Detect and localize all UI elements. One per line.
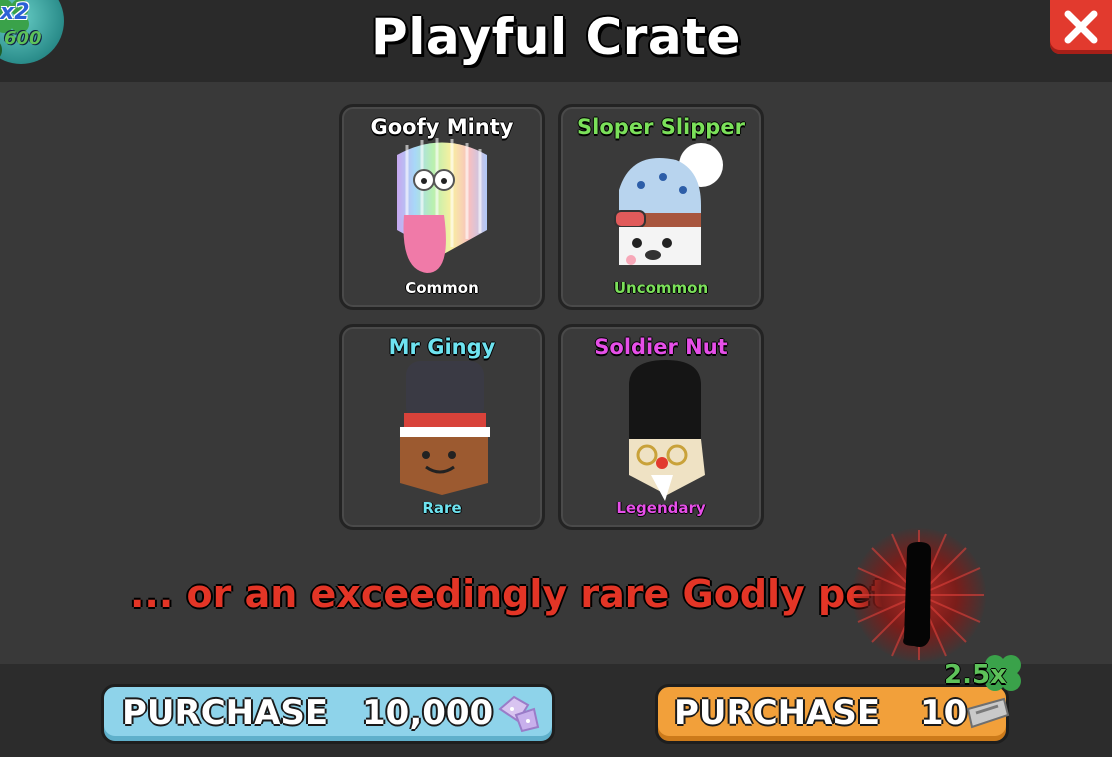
crate-window: x2 600 Playful Crate Goofy Minty Common … (0, 0, 1112, 757)
pet-card-soldier-nut[interactable]: Soldier Nut Legendary (558, 324, 764, 530)
purchase-label: PURCHASE (122, 693, 329, 733)
purchase-with-tickets-button[interactable]: PURCHASE 10 (655, 684, 1010, 744)
pet-rarity: Legendary (616, 499, 706, 517)
pet-card-goofy-minty[interactable]: Goofy Minty Common (339, 104, 545, 310)
pet-name: Soldier Nut (594, 335, 728, 359)
close-button[interactable] (1050, 0, 1112, 54)
godly-pet-silhouette (852, 528, 986, 662)
mr-gingy-pet-icon (400, 361, 490, 495)
pet-card-sloper-slipper[interactable]: Sloper Slipper Uncommon (558, 104, 764, 310)
pet-name: Mr Gingy (388, 335, 496, 359)
ticket-icon (966, 697, 1010, 729)
pet-name: Goofy Minty (370, 115, 514, 139)
purchase-label: PURCHASE (674, 693, 881, 733)
ticket-boost-multiplier: 2.5x (944, 660, 1007, 690)
gingerbread-gem-icon (498, 695, 540, 733)
pet-name: Sloper Slipper (577, 115, 745, 139)
goofy-minty-pet-icon (397, 138, 487, 273)
purchase-price: 10 (920, 693, 968, 733)
mystery-pet-icon (854, 530, 984, 660)
pet-card-mr-gingy[interactable]: Mr Gingy Rare (339, 324, 545, 530)
page-title: Playful Crate (371, 8, 741, 66)
purchase-with-gems-button[interactable]: PURCHASE 10,000 (101, 684, 555, 744)
pet-rarity: Common (405, 279, 479, 297)
pet-rarity: Uncommon (613, 279, 709, 297)
soldier-nut-pet-icon (629, 360, 705, 501)
close-icon (1064, 10, 1098, 44)
sloper-slipper-pet-icon (614, 143, 723, 265)
purchase-price: 10,000 (362, 693, 494, 733)
godly-pet-hint: ... or an exceedingly rare Godly pet! (130, 572, 907, 616)
pet-rarity: Rare (422, 499, 462, 517)
